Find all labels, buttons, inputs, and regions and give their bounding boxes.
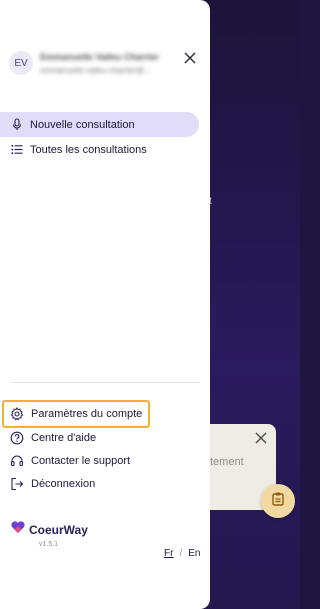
- user-name: Emmanuelle Valleu Charrier: [40, 52, 160, 62]
- headset-icon: [10, 454, 24, 468]
- menu-help-center-label: Centre d'aide: [31, 432, 97, 444]
- list-icon: [10, 143, 24, 157]
- language-separator: /: [179, 548, 183, 559]
- gear-icon: [10, 407, 24, 421]
- brand-name: CoeurWay: [29, 522, 88, 537]
- nav-all-consultations-label: Toutes les consultations: [30, 143, 147, 156]
- divider: [10, 382, 199, 383]
- menu-contact-support-label: Contacter le support: [31, 455, 131, 467]
- menu-logout-label: Déconnexion: [31, 478, 96, 490]
- help-icon: [10, 431, 24, 445]
- app-version: v1.5.1: [39, 541, 59, 548]
- background-card-text: tement: [210, 456, 244, 468]
- menu-account-settings-label: Paramètres du compte: [31, 408, 143, 420]
- close-drawer-button[interactable]: [182, 50, 198, 66]
- nav-new-consultation-label: Nouvelle consultation: [30, 118, 135, 131]
- language-fr-link[interactable]: Fr: [164, 548, 173, 559]
- logout-icon: [10, 477, 24, 491]
- close-icon[interactable]: [254, 431, 268, 445]
- menu-help-center[interactable]: Centre d'aide: [0, 427, 200, 449]
- nav-new-consultation[interactable]: Nouvelle consultation: [0, 112, 199, 137]
- menu-account-settings[interactable]: Paramètres du compte: [0, 403, 200, 425]
- avatar[interactable]: EV: [9, 51, 33, 75]
- close-icon: [182, 52, 198, 70]
- clipboard-fab-button[interactable]: [261, 484, 295, 518]
- clipboard-icon: [270, 491, 286, 512]
- microphone-icon: [10, 118, 24, 132]
- language-en-link[interactable]: En: [188, 548, 200, 559]
- menu-contact-support[interactable]: Contacter le support: [0, 450, 200, 472]
- nav-all-consultations[interactable]: Toutes les consultations: [0, 137, 199, 162]
- menu-logout[interactable]: Déconnexion: [0, 473, 200, 495]
- heart-logo-icon: [10, 520, 26, 539]
- language-switcher: Fr / En: [164, 548, 200, 559]
- brand-logo: CoeurWay: [10, 520, 88, 539]
- user-email: emmanuelle.valleu.charrier@...: [40, 66, 151, 75]
- navigation-drawer: EV Emmanuelle Valleu Charrier emmanuelle…: [0, 0, 210, 609]
